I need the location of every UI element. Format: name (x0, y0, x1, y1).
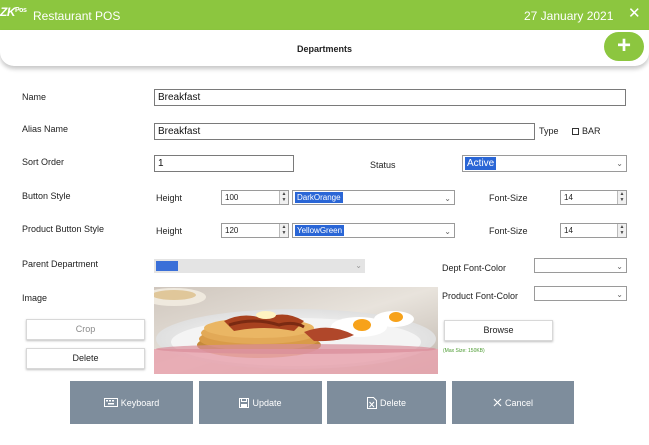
alias-name-label: Alias Name (22, 124, 69, 134)
dept-font-color-label: Dept Font-Color (442, 263, 507, 273)
delete-file-icon (366, 396, 377, 409)
chevron-down-icon: ⌄ (616, 159, 623, 168)
product-font-color-label: Product Font-Color (442, 291, 519, 301)
add-department-button[interactable]: + (604, 32, 644, 61)
status-select[interactable]: Active ⌄ (462, 155, 627, 172)
delete-image-button[interactable]: Delete (26, 348, 145, 369)
delete-button[interactable]: Delete (327, 381, 446, 424)
dept-font-color-select[interactable]: ⌄ (534, 258, 627, 273)
product-button-style-label: Product Button Style (22, 224, 105, 234)
keyboard-button[interactable]: Keyboard (70, 381, 193, 424)
spin-buttons[interactable]: ▲ ▼ (617, 191, 626, 204)
page-header: Departments + (0, 30, 649, 66)
page-title: Departments (296, 44, 352, 54)
close-icon[interactable]: ✕ (628, 4, 641, 22)
sort-order-label: Sort Order (22, 157, 65, 167)
product-color-select[interactable]: YellowGreen ⌄ (292, 223, 455, 238)
parent-department-label: Parent Department (22, 259, 99, 269)
title-bar: ZKPos Restaurant POS 27 January 2021 ✕ (0, 0, 649, 30)
product-height-label: Height (156, 226, 183, 236)
button-height-label: Height (156, 193, 183, 203)
image-label: Image (22, 293, 48, 303)
button-font-size-label: Font-Size (489, 193, 528, 203)
alias-name-field[interactable]: Breakfast (154, 123, 535, 140)
product-font-size-stepper[interactable]: 14 ▲ ▼ (560, 223, 627, 238)
chevron-down-icon: ⌄ (355, 261, 362, 270)
button-style-label: Button Style (22, 191, 71, 201)
app-logo: ZKPos (0, 5, 27, 19)
spin-buttons[interactable]: ▲ ▼ (279, 224, 288, 237)
product-color-value: YellowGreen (295, 225, 345, 236)
product-font-color-select[interactable]: ⌄ (534, 286, 627, 301)
product-height-stepper[interactable]: 120 ▲ ▼ (221, 223, 289, 238)
parent-department-select[interactable]: ⌄ (154, 259, 365, 273)
update-label: Update (252, 397, 282, 408)
button-color-select[interactable]: DarkOrange ⌄ (292, 190, 455, 205)
sort-order-field[interactable]: 1 (154, 155, 294, 172)
status-value: Active (465, 157, 497, 170)
status-label: Status (370, 160, 396, 170)
delete-label: Delete (379, 397, 406, 408)
department-image-preview (154, 287, 438, 374)
save-icon (239, 397, 250, 408)
update-button[interactable]: Update (199, 381, 322, 424)
cancel-icon (493, 398, 502, 407)
bar-label: BAR (582, 126, 601, 136)
product-font-size-label: Font-Size (489, 226, 528, 236)
browse-button[interactable]: Browse (444, 320, 553, 341)
name-label: Name (22, 92, 47, 102)
keyboard-icon (103, 398, 118, 407)
button-height-stepper[interactable]: 100 ▲ ▼ (221, 190, 289, 205)
spin-buttons[interactable]: ▲ ▼ (279, 191, 288, 204)
app-title: Restaurant POS (33, 9, 121, 23)
chevron-down-icon: ⌄ (616, 290, 623, 299)
name-field[interactable]: Breakfast (154, 89, 626, 106)
button-font-size-stepper[interactable]: 14 ▲ ▼ (560, 190, 627, 205)
cancel-label: Cancel (504, 397, 533, 408)
cancel-button[interactable]: Cancel (452, 381, 574, 424)
crop-button[interactable]: Crop (26, 319, 145, 340)
chevron-down-icon: ⌄ (444, 227, 451, 236)
type-label: Type (539, 126, 559, 136)
bar-checkbox[interactable] (572, 128, 579, 135)
current-date: 27 January 2021 (524, 9, 614, 23)
parent-department-value (156, 261, 178, 271)
spin-buttons[interactable]: ▲ ▼ (617, 224, 626, 237)
chevron-down-icon: ⌄ (616, 262, 623, 271)
button-color-value: DarkOrange (295, 192, 343, 203)
keyboard-label: Keyboard (120, 397, 160, 408)
chevron-down-icon: ⌄ (444, 194, 451, 203)
max-size-hint: (Max Size: 150KB) (443, 348, 485, 354)
